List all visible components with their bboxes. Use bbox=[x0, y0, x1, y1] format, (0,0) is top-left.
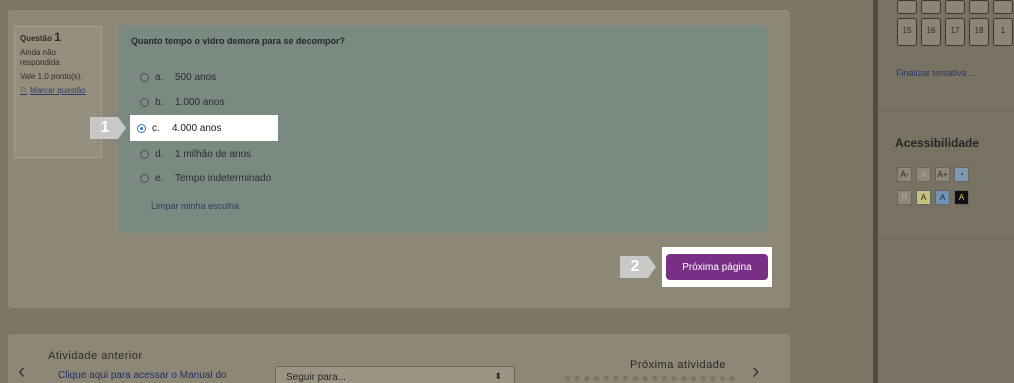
flag-icon: ⚐ bbox=[20, 86, 28, 95]
contrast-blue-button[interactable]: A bbox=[935, 190, 950, 205]
question-nav-button[interactable]: 15 bbox=[897, 18, 917, 46]
option-b[interactable]: b. 1.000 anos bbox=[140, 95, 225, 109]
radio-icon[interactable] bbox=[140, 173, 149, 183]
contrast-controls: R A A A bbox=[897, 190, 969, 205]
sidebar-divider bbox=[878, 110, 1014, 111]
option-text: 500 anos bbox=[175, 71, 217, 83]
option-text: Tempo indeterminado bbox=[175, 172, 272, 184]
question-status: Ainda não respondida bbox=[20, 48, 60, 67]
question-nav-button[interactable]: 1 bbox=[993, 18, 1013, 46]
chevron-right-icon[interactable]: › bbox=[752, 360, 759, 382]
next-activity-link[interactable] bbox=[565, 376, 735, 383]
question-nav-button[interactable]: 16 bbox=[921, 18, 941, 46]
option-c[interactable]: c. 4.000 anos bbox=[130, 115, 278, 141]
goto-select[interactable]: Seguir para... ⬍ bbox=[275, 366, 515, 383]
question-nav-button[interactable]: 17 bbox=[945, 18, 965, 46]
option-a[interactable]: a. 500 anos bbox=[140, 70, 216, 84]
flag-question-label: Marcar questão bbox=[30, 86, 86, 95]
question-nav-button[interactable] bbox=[993, 0, 1013, 14]
font-decrease-button[interactable]: A- bbox=[897, 167, 912, 182]
font-reset-button[interactable]: A bbox=[916, 167, 931, 182]
option-letter: b. bbox=[155, 96, 164, 108]
select-arrow-icon: ⬍ bbox=[494, 371, 502, 381]
question-nav-button[interactable]: 18 bbox=[969, 18, 989, 46]
question-text: Quanto tempo o vidro demora para se deco… bbox=[131, 36, 346, 46]
question-nav-button[interactable] bbox=[945, 0, 965, 14]
font-increase-button[interactable]: A+ bbox=[935, 167, 950, 182]
option-letter: d. bbox=[155, 148, 164, 160]
question-nav-button[interactable] bbox=[897, 0, 917, 14]
goto-select-value: Seguir para... bbox=[286, 372, 347, 383]
finalize-attempt-link[interactable]: Finalizar tentativa ... bbox=[896, 68, 977, 78]
prev-activity-title: Atividade anterior bbox=[48, 350, 143, 362]
option-text: 1.000 anos bbox=[175, 96, 225, 108]
option-text: 4.000 anos bbox=[172, 122, 222, 134]
next-page-button[interactable]: Próxima página bbox=[666, 254, 768, 280]
radio-icon[interactable] bbox=[140, 97, 149, 107]
question-grade: Vale 1,0 ponto(s). bbox=[20, 72, 83, 81]
prev-activity-link[interactable]: Clique aqui para acessar o Manual do bbox=[58, 370, 226, 381]
contrast-yellow-button[interactable]: A bbox=[916, 190, 931, 205]
next-page-highlight: Próxima página bbox=[662, 247, 772, 287]
color-blind-icon[interactable]: ◔ bbox=[954, 167, 969, 182]
option-letter: a. bbox=[155, 71, 164, 83]
question-nav-button[interactable] bbox=[969, 0, 989, 14]
question-nav-top-row bbox=[897, 0, 1013, 14]
radio-selected-icon[interactable] bbox=[137, 123, 146, 133]
question-number: 1 bbox=[54, 30, 61, 44]
radio-icon[interactable] bbox=[140, 149, 149, 159]
option-letter: c. bbox=[152, 122, 160, 134]
question-label: Questão bbox=[20, 34, 53, 43]
question-nav-button[interactable] bbox=[921, 0, 941, 14]
contrast-reset-button[interactable]: R bbox=[897, 190, 912, 205]
radio-icon[interactable] bbox=[140, 72, 149, 82]
font-size-controls: A- A A+ ◔ bbox=[897, 167, 969, 182]
question-nav: 15 16 17 18 1 bbox=[897, 18, 1013, 46]
option-e[interactable]: e. Tempo indeterminado bbox=[140, 171, 271, 185]
sidebar-divider bbox=[878, 238, 1014, 239]
next-activity-title: Próxima atividade bbox=[630, 359, 726, 371]
accessibility-title: Acessibilidade bbox=[895, 136, 980, 150]
clear-choice-link[interactable]: Limpar minha escolha bbox=[151, 201, 239, 211]
contrast-black-button[interactable]: A bbox=[954, 190, 969, 205]
question-info: Questão 1 Ainda não respondida Vale 1,0 … bbox=[14, 26, 102, 158]
option-letter: e. bbox=[155, 172, 164, 184]
flag-question-link[interactable]: ⚐ Marcar questão bbox=[20, 86, 96, 96]
chevron-left-icon[interactable]: ‹ bbox=[18, 360, 25, 382]
option-text: 1 milhão de anos bbox=[175, 148, 252, 160]
option-d[interactable]: d. 1 milhão de anos bbox=[140, 147, 251, 161]
